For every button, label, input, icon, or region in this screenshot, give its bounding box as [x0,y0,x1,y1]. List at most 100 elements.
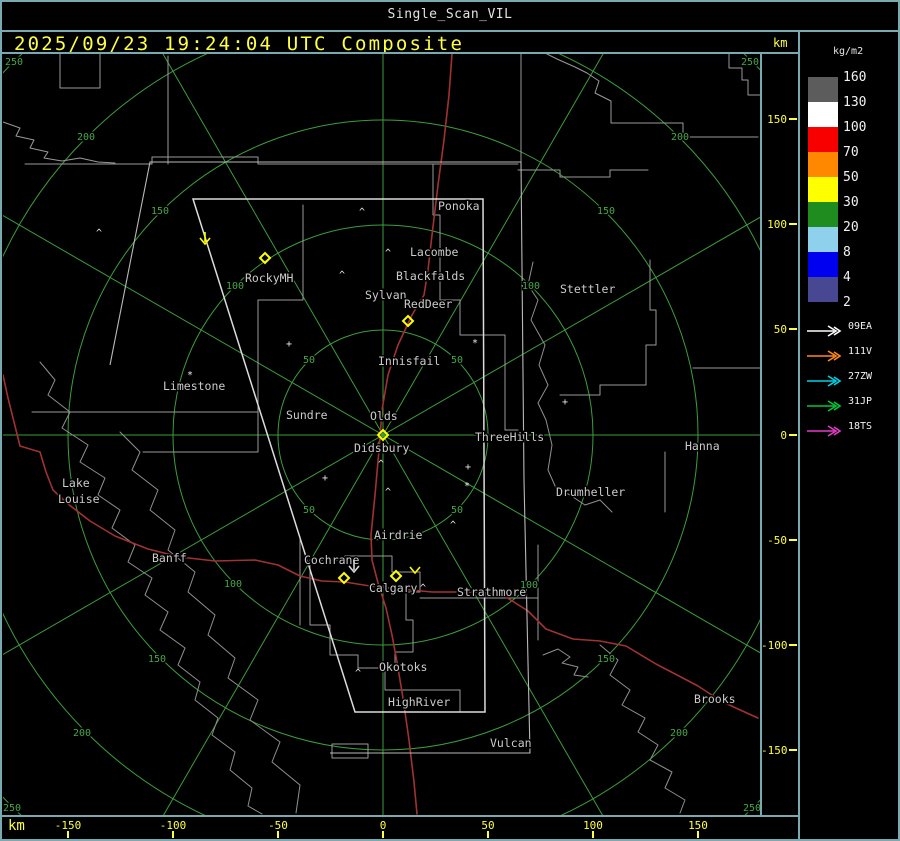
ring-distance-label: 150 [597,206,615,217]
map-layer: 50 100 150 200 250 50 100 150 200 250 50 100 150 200 2… [3,54,761,815]
station-id-label: 09EA [848,321,873,332]
legend-color-swatch [808,102,838,127]
station-id-label: 31JP [848,396,873,407]
legend-value-label: 100 [843,120,867,135]
bottom-axis-tick-mark [697,831,699,838]
legend-value-label: 8 [843,245,851,260]
county-boundary [309,555,421,669]
legend-value-label: 70 [843,145,859,160]
radar-coverage-outline-b [109,161,531,754]
right-axis-tick-label: 0 [780,429,787,442]
bottom-axis-tick-mark [172,831,174,838]
bottom-axis-tick-mark [592,831,594,838]
ring-distance-label: 200 [670,728,688,739]
legend-color-swatch [808,277,838,302]
ring-distance-label: 50 [451,355,463,366]
city-label-vulcan: Vulcan [490,736,532,750]
river-line [542,648,589,678]
motion-arrow-icon [199,232,211,246]
county-boundary [545,54,759,138]
ring-distance-label: 50 [451,505,463,516]
city-label-highriver: HighRiver [388,695,450,709]
city-label-blackfalds: Blackfalds [396,269,465,283]
ring-distance-label: 50 [303,505,315,516]
ring-distance-label: 200 [77,132,95,143]
city-label-strathmore: Strathmore [457,585,526,599]
town-marker: ^ [378,459,384,470]
legend-value-label: 30 [843,195,859,210]
county-boundary [3,121,116,164]
city-label-sundre: Sundre [286,408,328,422]
town-marker: ^ [96,228,102,239]
county-boundary [331,743,369,759]
city-label-calgary: Calgary [369,581,418,595]
legend-value-label: 4 [843,270,851,285]
legend-color-swatch [808,177,838,202]
city-label-rockymh: RockyMH [245,271,294,285]
city-label-didsbury: Didsbury [354,441,409,455]
ring-distance-label: 150 [597,654,615,665]
radar-map-canvas[interactable]: 5010015020025050100150200250501001502002… [0,0,900,841]
city-label-olds: Olds [370,409,398,423]
county-boundary [59,54,101,89]
legend-color-swatch [808,152,838,177]
legend-value-label: 50 [843,170,859,185]
city-label-stettler: Stettler [560,282,615,296]
town-marker: ^ [359,207,365,218]
city-label-sylvan: Sylvan [365,288,407,302]
right-axis-tick-mark [789,644,797,646]
legend-color-swatch [808,202,838,227]
bottom-axis-tick-mark [277,831,279,838]
radar-viewer-window: Single_Scan_VIL 2025/09/23 19:24:04 UTC … [0,0,900,841]
right-axis-tick-mark [789,539,797,541]
city-label-innisfail: Innisfail [378,354,440,368]
ring-distance-label: 250 [5,57,23,68]
city-label-airdrie: Airdrie [374,528,423,542]
town-marker: ^ [339,270,345,281]
county-boundary [142,411,259,453]
right-axis-tick-label: 100 [767,218,787,231]
city-label-lake: Lake [62,476,90,490]
ring-distance-label: 50 [303,355,315,366]
right-axis-tick-mark [789,434,797,436]
right-axis-tick-mark [789,223,797,225]
city-label-ponoka: Ponoka [438,199,480,213]
city-label-louise: Louise [58,492,100,506]
divider-above-bottom-axis [0,815,800,817]
right-axis-tick-label: 50 [773,323,787,336]
ring-distance-label: 250 [3,803,21,814]
ring-distance-label: 100 [224,579,242,590]
bottom-axis-unit-label: km [8,818,25,834]
station-arrow-icon [806,347,844,362]
ring-distance-label: 100 [226,281,244,292]
legend-color-swatch [808,252,838,277]
town-marker: ^ [385,487,391,498]
divider-legend-panel [798,30,800,841]
town-marker: * [464,481,470,492]
town-marker: ^ [420,583,426,594]
city-label-drumheller: Drumheller [556,485,625,499]
right-axis-tick-label: 150 [767,113,787,126]
legend-value-label: 130 [843,95,867,110]
legend-color-swatch [808,127,838,152]
bottom-axis-tick-mark [67,831,69,838]
city-label-cochrane: Cochrane [304,553,359,567]
station-id-label: 27ZW [848,371,873,382]
ring-distance-label: 100 [522,281,540,292]
city-label-limestone: Limestone [163,379,225,393]
divider-under-infobar [0,52,800,54]
town-marker: + [562,397,568,408]
bottom-axis-tick-mark [487,831,489,838]
ring-distance-label: 250 [741,57,759,68]
town-marker: + [286,339,292,350]
city-label-threehills: ThreeHills [475,430,544,444]
city-label-okotoks: Okotoks [379,660,427,674]
station-id-label: 18TS [848,421,873,432]
right-axis-tick-mark [789,118,797,120]
station-arrow-icon [806,422,844,437]
town-marker: ^ [385,248,391,259]
legend-color-swatch [808,227,838,252]
town-marker: + [322,473,328,484]
station-arrow-icon [806,372,844,387]
city-label-brooks: Brooks [694,692,736,706]
